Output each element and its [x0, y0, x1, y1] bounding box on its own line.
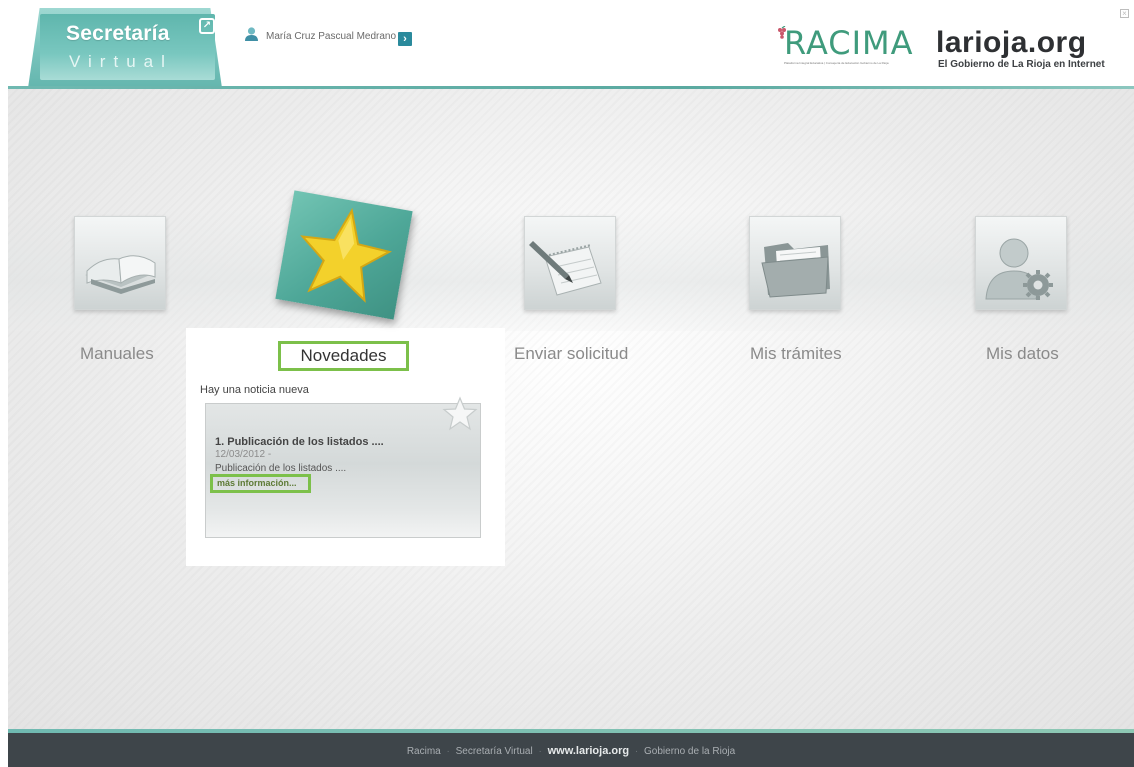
larioja-logo[interactable]: larioja.org El Gobierno de La Rioja en I…	[936, 26, 1105, 70]
footer-link-gobierno[interactable]: Gobierno de la Rioja	[644, 746, 735, 757]
enviar-solicitud-tile[interactable]	[524, 216, 616, 310]
enviar-solicitud-label[interactable]: Enviar solicitud	[514, 344, 628, 364]
news-title[interactable]: 1. Publicación de los listados ....	[215, 436, 384, 448]
footer: Racima · Secretaría Virtual · www.larioj…	[8, 733, 1134, 767]
brand-title[interactable]: Secretaría	[66, 22, 170, 46]
manuales-label[interactable]: Manuales	[80, 344, 154, 364]
footer-link-racima[interactable]: Racima	[407, 746, 441, 757]
user-icon	[245, 27, 258, 41]
footer-separator: ·	[634, 746, 639, 757]
brand-subtitle: Virtual	[69, 52, 173, 71]
novedades-tile[interactable]	[275, 190, 413, 320]
racima-tagline: Plataforma Integral Educativa | Consejer…	[784, 61, 889, 65]
footer-separator: ·	[538, 746, 542, 757]
mis-tramites-label[interactable]: Mis trámites	[750, 344, 842, 364]
footer-link-larioja[interactable]: www.larioja.org	[548, 745, 630, 757]
main-area	[8, 89, 1134, 729]
footer-link-secretaria[interactable]: Secretaría Virtual	[456, 746, 533, 757]
user-name: María Cruz Pascual Medrano	[266, 31, 397, 42]
news-summary: Publicación de los listados ....	[215, 463, 347, 474]
novedades-label[interactable]: Novedades	[278, 341, 409, 371]
mis-datos-label[interactable]: Mis datos	[986, 344, 1059, 364]
folder-icon	[761, 243, 830, 298]
manuales-tile[interactable]	[74, 216, 166, 310]
mis-datos-tile[interactable]	[975, 216, 1067, 310]
user-menu-arrow-icon[interactable]: ›	[398, 32, 412, 46]
more-info-link[interactable]: más información...	[210, 474, 311, 493]
user-settings-icon	[985, 238, 1053, 300]
larioja-logo-text: larioja.org	[936, 26, 1087, 59]
news-date: 12/03/2012 -	[215, 449, 272, 460]
mis-tramites-tile[interactable]	[749, 216, 841, 310]
star-icon	[300, 207, 392, 303]
notepad-pencil-icon	[529, 241, 602, 296]
racima-logo[interactable]: RACIMA Plataforma Integral Educativa | C…	[776, 24, 920, 66]
footer-separator: ·	[446, 746, 450, 757]
news-intro: Hay una noticia nueva	[200, 384, 309, 396]
book-icon	[85, 255, 156, 294]
header: Secretaría Virtual ↗ María Cruz Pascual …	[0, 0, 1134, 88]
larioja-tagline: El Gobierno de La Rioja en Internet	[938, 59, 1105, 70]
close-icon[interactable]: ×	[1120, 9, 1129, 18]
racima-logo-text: RACIMA	[784, 24, 914, 62]
external-link-icon[interactable]: ↗	[199, 18, 215, 34]
star-outline-icon	[442, 396, 478, 431]
